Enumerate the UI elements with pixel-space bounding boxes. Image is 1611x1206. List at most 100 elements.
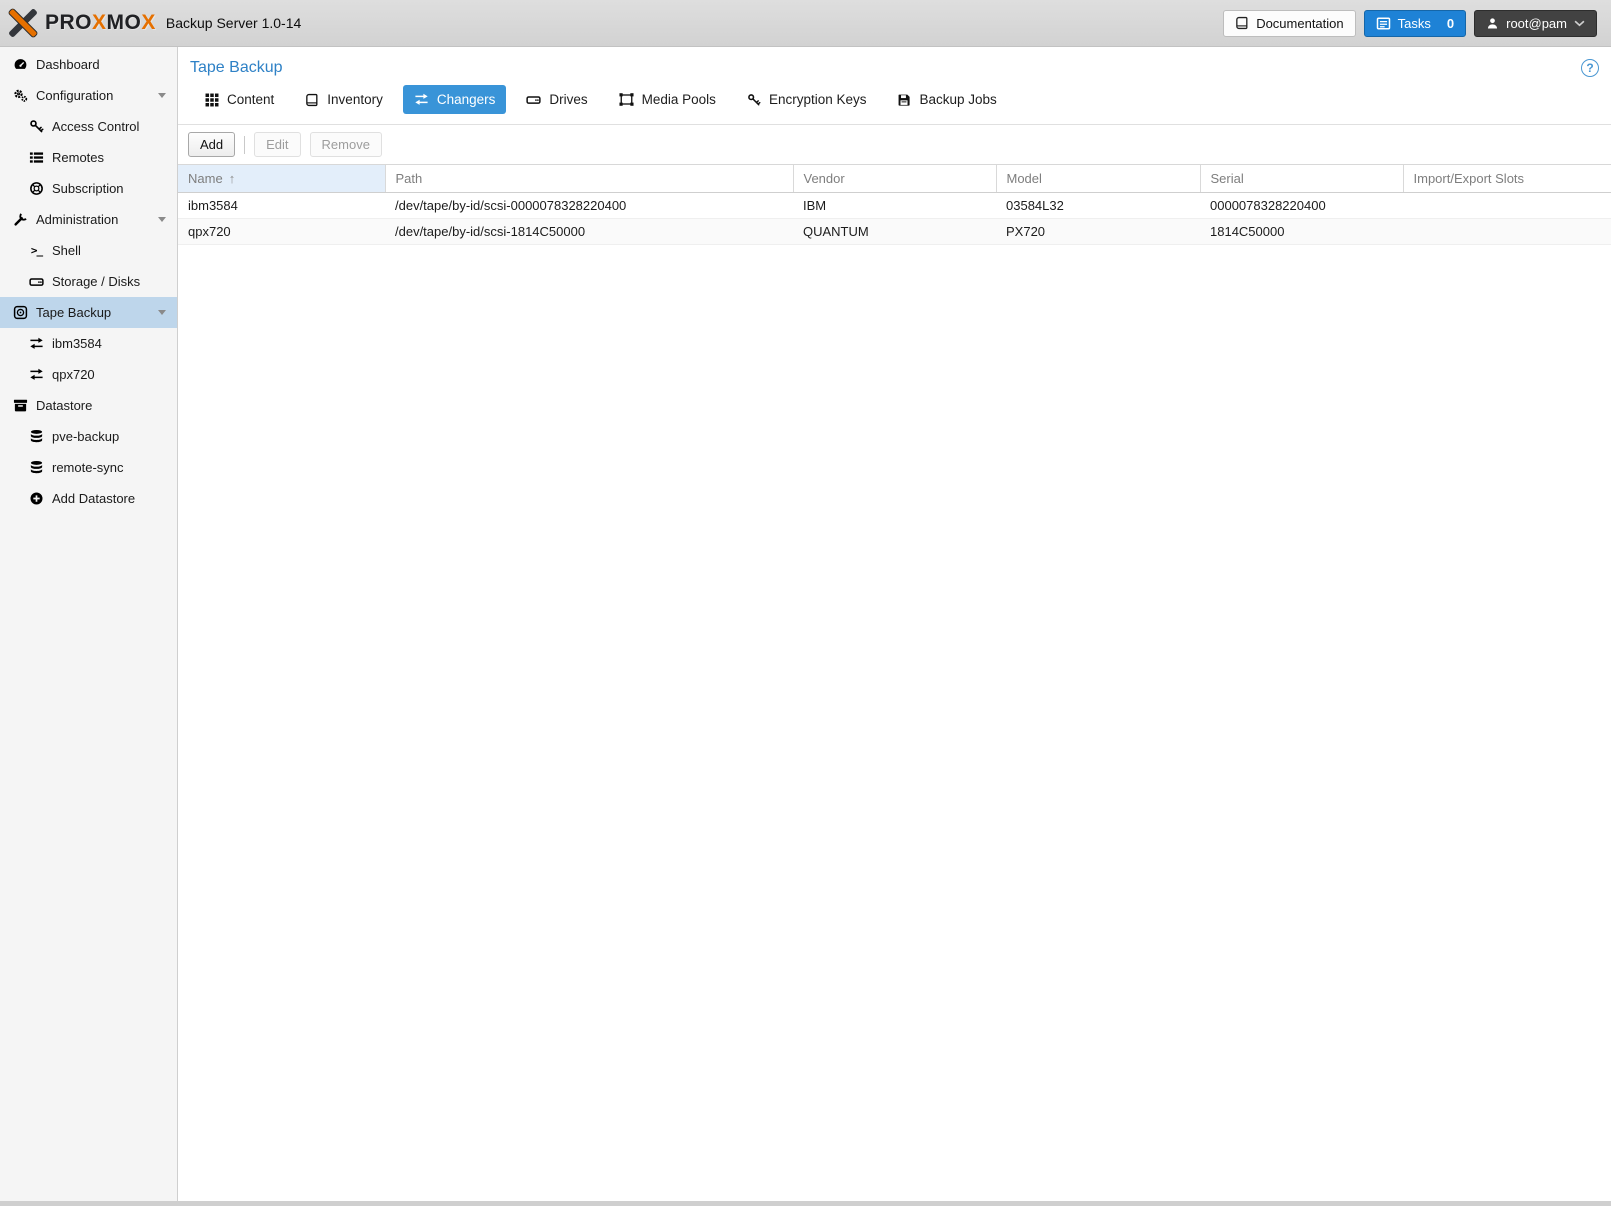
list-icon (28, 150, 45, 165)
page-title: Tape Backup (190, 59, 283, 77)
grid-icon (205, 93, 219, 107)
sidebar-item-remote-sync[interactable]: remote-sync (0, 452, 177, 483)
sidebar-item-tape-backup[interactable]: Tape Backup (0, 297, 177, 328)
tab-changers[interactable]: Changers (403, 85, 507, 114)
tab-label: Drives (549, 92, 587, 107)
database-icon (28, 429, 45, 444)
tab-label: Inventory (327, 92, 383, 107)
gears-icon (12, 88, 29, 103)
cell-model: 03584L32 (996, 193, 1200, 219)
logo-seg: X (92, 11, 107, 34)
column-header-name[interactable]: Name ↑ (178, 165, 385, 193)
help-button[interactable]: ? (1581, 59, 1599, 77)
cell-name: qpx720 (178, 219, 385, 245)
cell-path: /dev/tape/by-id/scsi-1814C50000 (385, 219, 793, 245)
tab-label: Content (227, 92, 274, 107)
top-header: PROXMOX Backup Server 1.0-14 Documentati… (0, 0, 1611, 47)
sidebar-item-subscription[interactable]: Subscription (0, 173, 177, 204)
grid-toolbar: Add Edit Remove (178, 125, 1611, 165)
sidebar-item-pve-backup[interactable]: pve-backup (0, 421, 177, 452)
book-icon (1235, 16, 1249, 30)
remove-button[interactable]: Remove (310, 132, 382, 157)
cell-name: ibm3584 (178, 193, 385, 219)
changers-table: Name ↑ Path Vendor Model Serial Import/Ex… (178, 165, 1611, 245)
toolbar-separator (244, 136, 245, 154)
column-header-path[interactable]: Path (385, 165, 793, 193)
user-icon (1486, 17, 1499, 30)
tab-inventory[interactable]: Inventory (294, 85, 394, 114)
logo-seg: PRO (45, 11, 92, 34)
hdd-icon (526, 92, 541, 107)
tab-drives[interactable]: Drives (515, 85, 598, 114)
tab-backup-jobs[interactable]: Backup Jobs (886, 85, 1007, 114)
sidebar-item-label: Administration (36, 212, 118, 227)
tasks-count-badge: 0 (1447, 16, 1454, 31)
user-menu-button[interactable]: root@pam (1474, 10, 1597, 37)
cell-vendor: IBM (793, 193, 996, 219)
user-label: root@pam (1506, 16, 1567, 31)
column-label: Path (396, 171, 423, 186)
object-group-icon (619, 92, 634, 107)
sidebar-item-label: Remotes (52, 150, 104, 165)
tab-label: Media Pools (642, 92, 716, 107)
tab-label: Encryption Keys (769, 92, 867, 107)
tab-media-pools[interactable]: Media Pools (608, 85, 727, 114)
cell-model: PX720 (996, 219, 1200, 245)
plus-circle-icon (28, 491, 45, 506)
collapse-arrow-icon[interactable] (158, 310, 166, 315)
sidebar-nav: Dashboard Configuration Access Control (0, 47, 178, 1201)
column-label: Name (188, 171, 223, 186)
table-row[interactable]: ibm3584 /dev/tape/by-id/scsi-00000783282… (178, 193, 1611, 219)
tab-bar: Content Inventory Changers (178, 83, 1611, 125)
sort-ascending-icon: ↑ (229, 171, 236, 186)
wrench-icon (12, 212, 29, 227)
sidebar-item-label: remote-sync (52, 460, 124, 475)
tab-encryption-keys[interactable]: Encryption Keys (736, 85, 878, 114)
sidebar-item-label: Storage / Disks (52, 274, 140, 289)
cell-serial: 0000078328220400 (1200, 193, 1403, 219)
column-header-serial[interactable]: Serial (1200, 165, 1403, 193)
key-icon (28, 119, 45, 134)
sidebar-item-shell[interactable]: >_ Shell (0, 235, 177, 266)
chevron-down-icon (1574, 20, 1585, 27)
sidebar-item-add-datastore[interactable]: Add Datastore (0, 483, 177, 514)
tasks-button[interactable]: Tasks 0 (1364, 10, 1466, 37)
table-row[interactable]: qpx720 /dev/tape/by-id/scsi-1814C50000 Q… (178, 219, 1611, 245)
database-icon (28, 460, 45, 475)
tab-content[interactable]: Content (194, 85, 285, 114)
sidebar-item-label: Tape Backup (36, 305, 111, 320)
edit-button[interactable]: Edit (254, 132, 300, 157)
cell-vendor: QUANTUM (793, 219, 996, 245)
table-header-row: Name ↑ Path Vendor Model Serial Import/Ex… (178, 165, 1611, 193)
sidebar-item-datastore[interactable]: Datastore (0, 390, 177, 421)
cell-import-export-slots (1403, 193, 1611, 219)
product-version-label: Backup Server 1.0-14 (166, 15, 301, 31)
add-button[interactable]: Add (188, 132, 235, 157)
documentation-button[interactable]: Documentation (1223, 10, 1355, 37)
sidebar-item-configuration[interactable]: Configuration (0, 80, 177, 111)
sidebar-item-remotes[interactable]: Remotes (0, 142, 177, 173)
sidebar-item-storage-disks[interactable]: Storage / Disks (0, 266, 177, 297)
main-panel: Tape Backup ? Content Inventory (178, 47, 1611, 1201)
key-icon (747, 93, 761, 107)
collapse-arrow-icon[interactable] (158, 217, 166, 222)
book-icon (305, 93, 319, 107)
logo-seg: X (141, 11, 156, 34)
column-header-model[interactable]: Model (996, 165, 1200, 193)
cell-path: /dev/tape/by-id/scsi-0000078328220400 (385, 193, 793, 219)
archive-icon (12, 398, 29, 413)
column-header-vendor[interactable]: Vendor (793, 165, 996, 193)
sidebar-item-dashboard[interactable]: Dashboard (0, 49, 177, 80)
proxmox-logo: PROXMOX (8, 8, 156, 38)
sidebar-item-label: Configuration (36, 88, 113, 103)
sidebar-item-access-control[interactable]: Access Control (0, 111, 177, 142)
column-label: Import/Export Slots (1414, 171, 1525, 186)
collapse-arrow-icon[interactable] (158, 93, 166, 98)
exchange-icon (28, 367, 45, 382)
sidebar-item-label: Dashboard (36, 57, 100, 72)
sidebar-item-label: Access Control (52, 119, 139, 134)
sidebar-item-qpx720[interactable]: qpx720 (0, 359, 177, 390)
sidebar-item-ibm3584[interactable]: ibm3584 (0, 328, 177, 359)
column-header-import-export-slots[interactable]: Import/Export Slots (1403, 165, 1611, 193)
sidebar-item-administration[interactable]: Administration (0, 204, 177, 235)
